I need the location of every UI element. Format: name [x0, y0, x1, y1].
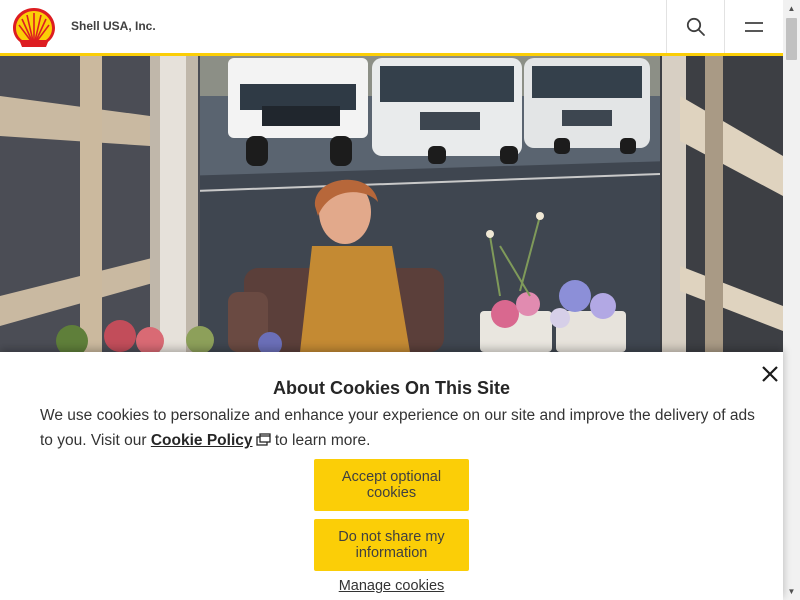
accept-optional-cookies-button[interactable]: Accept optional cookies	[314, 459, 469, 511]
external-link-icon	[255, 433, 271, 446]
cookie-text-outro: to learn more.	[270, 432, 371, 449]
hero-image	[0, 56, 783, 352]
site-header: Shell USA, Inc.	[0, 0, 783, 56]
scrollbar-thumb[interactable]	[786, 18, 797, 60]
cookie-banner-title: About Cookies On This Site	[272, 378, 510, 398]
cookie-policy-label: Cookie Policy	[150, 432, 253, 449]
manage-cookies-link[interactable]: Manage cookies	[339, 578, 445, 594]
cookie-banner: About Cookies On This Site We use cookie…	[0, 352, 783, 600]
search-icon	[686, 17, 705, 36]
scroll-down-arrow-icon[interactable]: ▼	[783, 583, 800, 600]
close-icon	[762, 366, 778, 382]
menu-button[interactable]	[724, 0, 782, 53]
cookie-banner-text: We use cookies to personalize and enhanc…	[40, 403, 760, 453]
company-name[interactable]: Shell USA, Inc.	[71, 19, 156, 33]
hero-photo	[0, 56, 783, 352]
manage-cookies-row: Manage cookies	[0, 578, 783, 594]
hamburger-menu-icon	[744, 21, 763, 32]
do-not-share-button[interactable]: Do not share my information	[314, 519, 469, 571]
cookie-policy-link[interactable]: Cookie Policy	[151, 432, 271, 449]
page-scrollbar[interactable]: ▲ ▼	[783, 0, 800, 600]
cookie-text-intro: We use cookies to personalize and enhanc…	[40, 407, 755, 449]
close-banner-button[interactable]	[758, 362, 782, 386]
shell-logo[interactable]	[12, 7, 56, 48]
search-button[interactable]	[666, 0, 724, 53]
scroll-up-arrow-icon[interactable]: ▲	[783, 0, 800, 17]
